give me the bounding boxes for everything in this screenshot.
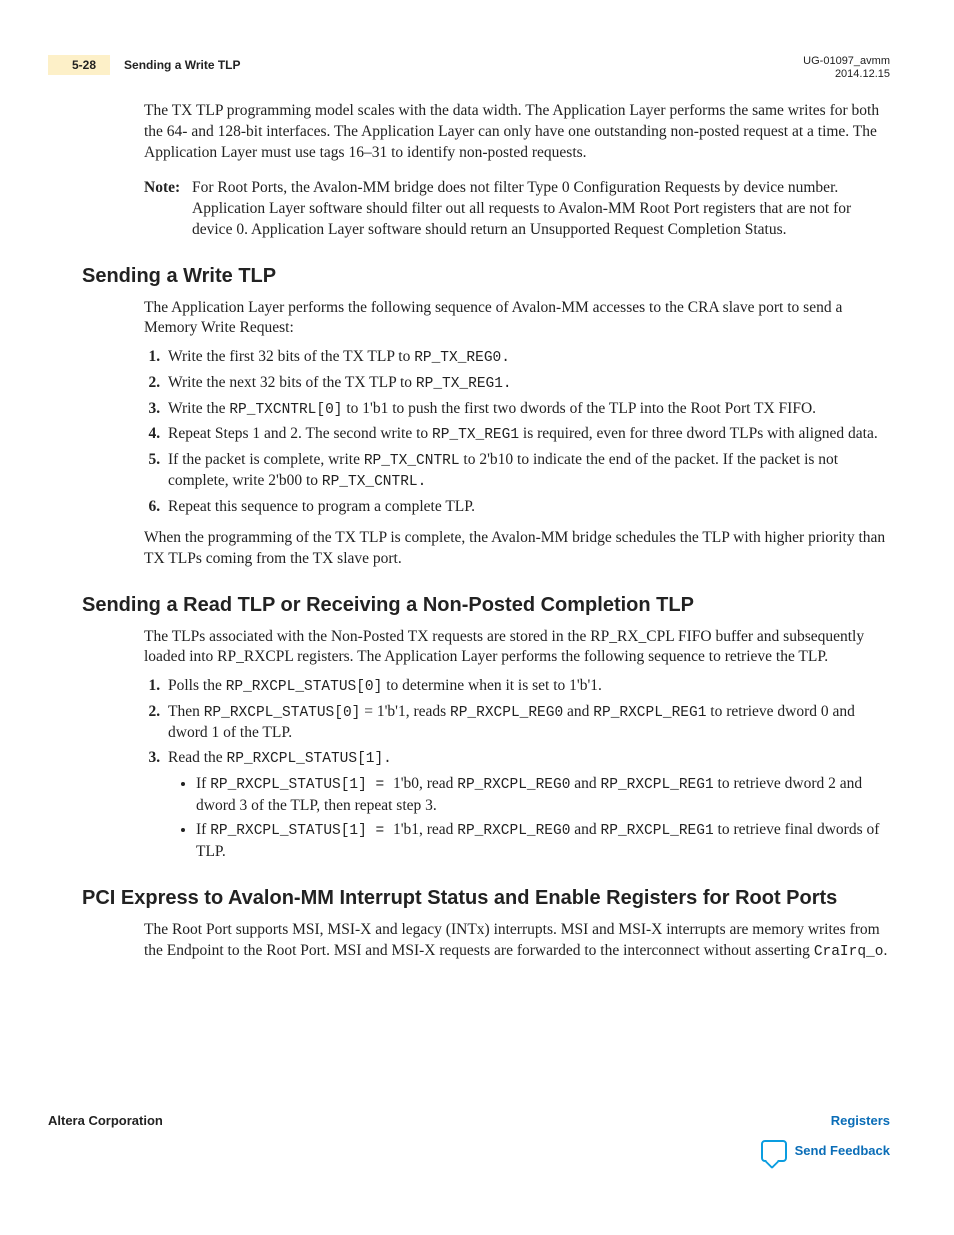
section2-intro: The TLPs associated with the Non-Posted … [144,627,890,669]
s2-bullet-1: If RP_RXCPL_STATUS[1] = 1'b0, read RP_RX… [196,774,890,816]
s2-bullet-2: If RP_RXCPL_STATUS[1] = 1'b1, read RP_RX… [196,820,890,862]
step-6: Repeat this sequence to program a comple… [164,497,890,518]
b1-code1: RP_RXCPL_STATUS[1] = [210,777,393,793]
section1-steps: Write the first 32 bits of the TX TLP to… [144,347,890,517]
b2-e: and [570,821,600,838]
step3-code: RP_TXCNTRL[0] [229,402,342,418]
s2-step2-e: and [563,703,593,720]
b1-e: and [570,775,600,792]
step-2: Write the next 32 bits of the TX TLP to … [164,373,890,395]
step-3: Write the RP_TXCNTRL[0] to 1'b1 to push … [164,399,890,421]
step1-code: RP_TX_REG0. [414,350,510,366]
s2-step1-c: to determine when it is set to 1'b'1. [382,677,602,694]
s2-step2-code1: RP_RXCPL_STATUS[0] [204,705,361,721]
section3-para: The Root Port supports MSI, MSI‑X and le… [144,920,890,962]
b1-code3: RP_RXCPL_REG1 [601,777,714,793]
header-left: 5-28 Sending a Write TLP [48,55,241,75]
step5-text-a: If the packet is complete, write [168,451,364,468]
note-block: Note: For Root Ports, the Avalon-MM brid… [144,178,890,241]
b2-code2: RP_RXCPL_REG0 [457,823,570,839]
s2-step3-a: Read the [168,749,227,766]
s2-step1-a: Polls the [168,677,226,694]
step4-code: RP_TX_REG1 [432,427,519,443]
s2-step2-a: Then [168,703,204,720]
step4-text-b: is required, even for three dword TLPs w… [519,425,878,442]
b2-c: 1'b1, read [393,821,457,838]
step2-text: Write the next 32 bits of the TX TLP to [168,374,416,391]
page-number: 5-28 [48,55,110,75]
page-footer: Altera Corporation Registers Send Feedba… [48,1112,890,1162]
step-1: Write the first 32 bits of the TX TLP to… [164,347,890,369]
s2-step-2: Then RP_RXCPL_STATUS[0] = 1'b'1, reads R… [164,702,890,744]
b2-code1: RP_RXCPL_STATUS[1] = [210,823,393,839]
footer-link-feedback[interactable]: Send Feedback [795,1142,890,1160]
section1-intro: The Application Layer performs the follo… [144,298,890,340]
b1-a: If [196,775,210,792]
s2-step1-code: RP_RXCPL_STATUS[0] [226,679,383,695]
body-column: The TX TLP programming model scales with… [144,101,890,241]
s2-step-3: Read the RP_RXCPL_STATUS[1]. If RP_RXCPL… [164,748,890,863]
header-topic: Sending a Write TLP [124,57,240,73]
section3-heading: PCI Express to Avalon-MM Interrupt Statu… [82,885,890,912]
footer-right: Registers Send Feedback [761,1112,890,1162]
step4-text-a: Repeat Steps 1 and 2. The second write t… [168,425,432,442]
s2-step3-code: RP_RXCPL_STATUS[1]. [227,751,392,767]
step1-text: Write the first 32 bits of the TX TLP to [168,348,414,365]
section1-outro: When the programming of the TX TLP is co… [144,528,890,570]
step5-code-b: RP_TX_CNTRL. [322,474,426,490]
s3-text-a: The Root Port supports MSI, MSI‑X and le… [144,921,880,959]
b1-c: 1'b0, read [393,775,457,792]
step2-code: RP_TX_REG1. [416,376,512,392]
section1-heading: Sending a Write TLP [82,263,890,290]
header-right: UG-01097_avmm 2014.12.15 [803,55,890,81]
section2-steps: Polls the RP_RXCPL_STATUS[0] to determin… [144,676,890,863]
s2-step2-code3: RP_RXCPL_REG1 [593,705,706,721]
doc-id: UG-01097_avmm [803,55,890,68]
step-5: If the packet is complete, write RP_TX_C… [164,450,890,493]
step-4: Repeat Steps 1 and 2. The second write t… [164,424,890,446]
b1-code2: RP_RXCPL_REG0 [457,777,570,793]
footer-link-registers[interactable]: Registers [761,1112,890,1130]
step3-text-b: to 1'b1 to push the first two dwords of … [342,400,816,417]
s2-step2-code2: RP_RXCPL_REG0 [450,705,563,721]
note-text: For Root Ports, the Avalon-MM bridge doe… [192,178,890,241]
step3-text-a: Write the [168,400,229,417]
s3-code: CraIrq_o [814,944,884,960]
page-header: 5-28 Sending a Write TLP UG-01097_avmm 2… [48,55,890,83]
step5-code-a: RP_TX_CNTRL [364,453,460,469]
doc-date: 2014.12.15 [803,68,890,81]
s2-step2-c: = 1'b'1, reads [360,703,450,720]
section2-heading: Sending a Read TLP or Receiving a Non-Po… [82,592,890,619]
s2-step3-bullets: If RP_RXCPL_STATUS[1] = 1'b0, read RP_RX… [168,774,890,863]
b2-code3: RP_RXCPL_REG1 [601,823,714,839]
intro-paragraph: The TX TLP programming model scales with… [144,101,890,164]
s2-step-1: Polls the RP_RXCPL_STATUS[0] to determin… [164,676,890,698]
footer-company: Altera Corporation [48,1112,163,1130]
feedback-icon[interactable] [761,1140,787,1162]
note-label: Note: [144,178,186,241]
s3-text-c: . [883,942,887,959]
b2-a: If [196,821,210,838]
